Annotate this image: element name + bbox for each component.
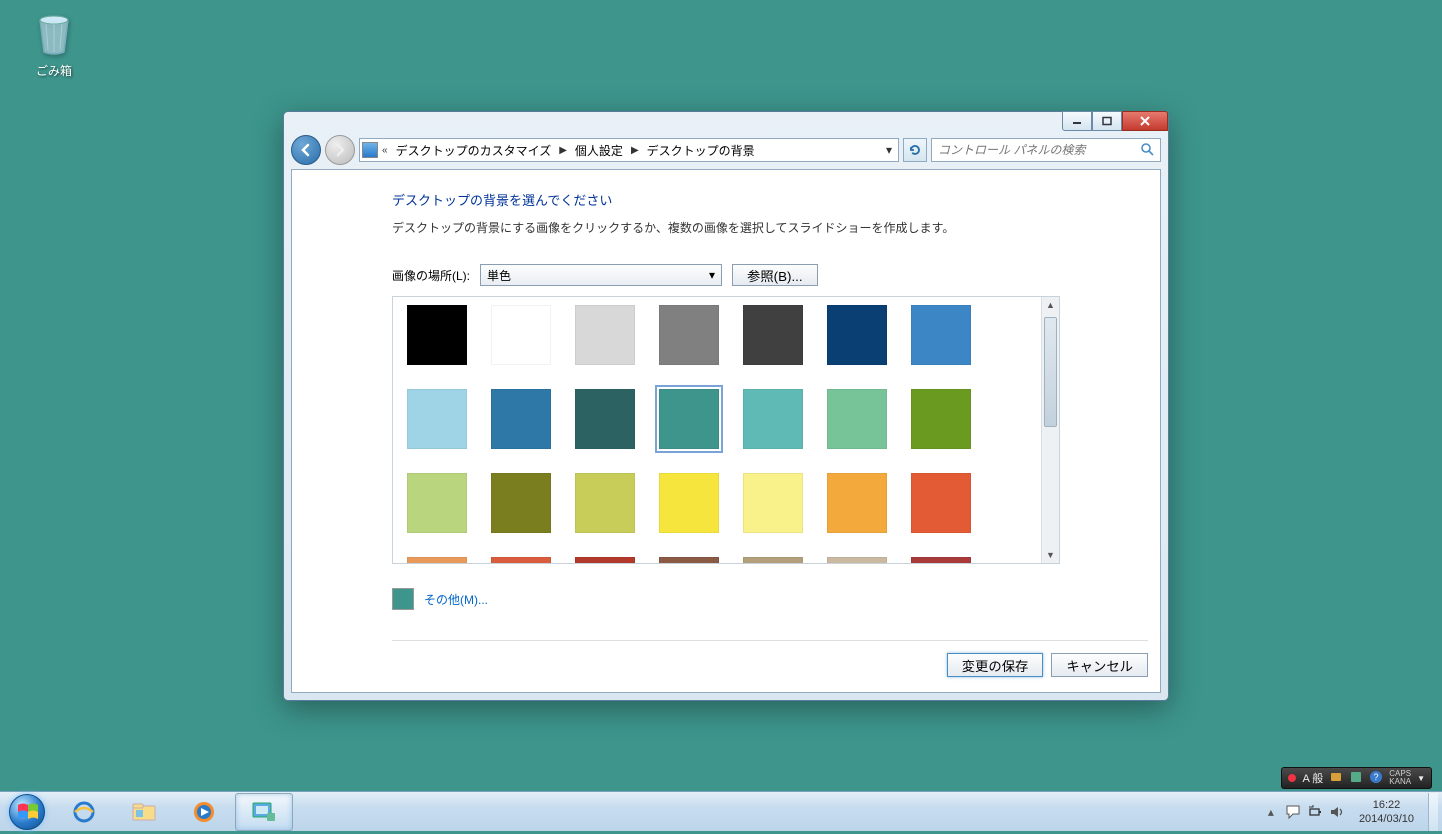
ime-kana[interactable]: KANA bbox=[1389, 778, 1411, 786]
tray-power-icon[interactable] bbox=[1307, 804, 1323, 820]
color-swatch[interactable] bbox=[491, 473, 551, 533]
ime-tool-icon[interactable] bbox=[1329, 770, 1343, 787]
search-input[interactable] bbox=[938, 143, 1140, 157]
refresh-button[interactable] bbox=[903, 138, 927, 162]
other-color-link[interactable]: その他(M)... bbox=[424, 591, 488, 608]
color-swatch[interactable] bbox=[911, 557, 971, 563]
cancel-button[interactable]: キャンセル bbox=[1051, 653, 1148, 677]
palette-scrollbar[interactable]: ▲ ▼ bbox=[1041, 297, 1059, 563]
recycle-bin-icon bbox=[30, 10, 78, 58]
show-desktop-button[interactable] bbox=[1428, 793, 1438, 831]
color-swatch[interactable] bbox=[827, 557, 887, 563]
scroll-up-icon[interactable]: ▲ bbox=[1042, 297, 1059, 313]
color-swatch[interactable] bbox=[407, 305, 467, 365]
color-swatch[interactable] bbox=[827, 389, 887, 449]
navigation-row: « デスクトップのカスタマイズ ▶ 個人設定 ▶ デスクトップの背景 ▾ bbox=[291, 135, 1161, 165]
location-row: 画像の場所(L): 単色 ▾ 参照(B)... bbox=[392, 264, 1060, 286]
start-button[interactable] bbox=[0, 792, 54, 832]
dialog-footer: 変更の保存 キャンセル bbox=[392, 640, 1148, 677]
tray-date: 2014/03/10 bbox=[1359, 812, 1414, 826]
tray-time: 16:22 bbox=[1359, 798, 1414, 812]
color-swatch[interactable] bbox=[911, 305, 971, 365]
taskbar: ▴ 16:22 2014/03/10 bbox=[0, 791, 1442, 831]
color-swatch[interactable] bbox=[491, 305, 551, 365]
minimize-button[interactable] bbox=[1062, 111, 1092, 131]
maximize-button[interactable] bbox=[1092, 111, 1122, 131]
color-swatch[interactable] bbox=[491, 389, 551, 449]
color-swatch[interactable] bbox=[491, 557, 551, 563]
control-panel-icon bbox=[362, 142, 378, 158]
color-swatch[interactable] bbox=[575, 389, 635, 449]
control-panel-window: « デスクトップのカスタマイズ ▶ 個人設定 ▶ デスクトップの背景 ▾ デスク… bbox=[283, 111, 1169, 701]
ime-toolbar[interactable]: A 般 ? CAPS KANA ▼ bbox=[1281, 767, 1432, 789]
svg-text:?: ? bbox=[1374, 772, 1379, 782]
address-bar[interactable]: « デスクトップのカスタマイズ ▶ 個人設定 ▶ デスクトップの背景 ▾ bbox=[359, 138, 899, 162]
color-swatch[interactable] bbox=[575, 473, 635, 533]
taskbar-explorer[interactable] bbox=[115, 793, 173, 831]
color-palette: ▲ ▼ bbox=[392, 296, 1060, 564]
desktop: ごみ箱 « デスクトップのカスタマイズ ▶ 個人設定 ▶ デスクトップの背景 bbox=[0, 0, 1442, 831]
color-swatch[interactable] bbox=[911, 389, 971, 449]
other-color-row: その他(M)... bbox=[392, 588, 1060, 610]
location-value: 単色 bbox=[487, 267, 511, 284]
tray-volume-icon[interactable] bbox=[1329, 804, 1345, 820]
ime-help-icon[interactable]: ? bbox=[1369, 770, 1383, 787]
breadcrumb-seg3[interactable]: デスクトップの背景 bbox=[643, 140, 759, 161]
color-swatch[interactable] bbox=[575, 557, 635, 563]
location-label: 画像の場所(L): bbox=[392, 267, 470, 284]
breadcrumb-seg2[interactable]: 個人設定 bbox=[571, 140, 627, 161]
system-tray: ▴ 16:22 2014/03/10 bbox=[1263, 793, 1442, 831]
back-button[interactable] bbox=[291, 135, 321, 165]
color-swatch[interactable] bbox=[659, 305, 719, 365]
scroll-thumb[interactable] bbox=[1044, 317, 1057, 427]
ime-dropdown-icon[interactable]: ▼ bbox=[1417, 774, 1425, 783]
color-swatch[interactable] bbox=[575, 305, 635, 365]
breadcrumb-seg1[interactable]: デスクトップのカスタマイズ bbox=[392, 140, 556, 161]
color-swatch[interactable] bbox=[659, 389, 719, 449]
color-swatch[interactable] bbox=[827, 473, 887, 533]
color-swatch[interactable] bbox=[407, 389, 467, 449]
color-swatch[interactable] bbox=[659, 473, 719, 533]
chevron-right-icon: ▶ bbox=[559, 145, 567, 156]
color-swatch[interactable] bbox=[743, 389, 803, 449]
color-swatch[interactable] bbox=[659, 557, 719, 563]
address-dropdown[interactable]: ▾ bbox=[882, 143, 896, 157]
taskbar-control-panel[interactable] bbox=[235, 793, 293, 831]
windows-orb-icon bbox=[9, 794, 45, 830]
page-description: デスクトップの背景にする画像をクリックするか、複数の画像を選択してスライドショー… bbox=[392, 219, 1060, 236]
search-box[interactable] bbox=[931, 138, 1161, 162]
color-swatch[interactable] bbox=[743, 305, 803, 365]
search-icon[interactable] bbox=[1140, 142, 1154, 159]
ime-mode[interactable]: A 般 bbox=[1302, 770, 1323, 786]
color-swatch[interactable] bbox=[911, 473, 971, 533]
page-heading: デスクトップの背景を選んでください bbox=[392, 190, 1060, 209]
color-swatch[interactable] bbox=[407, 473, 467, 533]
chevron-down-icon: ▾ bbox=[709, 268, 715, 282]
color-swatch[interactable] bbox=[827, 305, 887, 365]
tray-show-hidden-icon[interactable]: ▴ bbox=[1263, 804, 1279, 820]
color-swatch[interactable] bbox=[743, 557, 803, 563]
location-dropdown[interactable]: 単色 ▾ bbox=[480, 264, 722, 286]
color-grid bbox=[393, 297, 1041, 563]
browse-button[interactable]: 参照(B)... bbox=[732, 264, 818, 286]
chevron-right-icon: ▶ bbox=[631, 145, 639, 156]
breadcrumb-prefix: « bbox=[382, 145, 388, 156]
window-controls bbox=[1062, 111, 1168, 131]
recycle-bin-label: ごみ箱 bbox=[22, 62, 86, 79]
scroll-down-icon[interactable]: ▼ bbox=[1042, 547, 1059, 563]
tray-action-center-icon[interactable] bbox=[1285, 804, 1301, 820]
tray-clock[interactable]: 16:22 2014/03/10 bbox=[1351, 798, 1422, 826]
content-area: デスクトップの背景を選んでください デスクトップの背景にする画像をクリックするか… bbox=[291, 169, 1161, 693]
color-swatch[interactable] bbox=[407, 557, 467, 563]
recycle-bin[interactable]: ごみ箱 bbox=[22, 10, 86, 79]
taskbar-ie[interactable] bbox=[55, 793, 113, 831]
save-button[interactable]: 変更の保存 bbox=[947, 653, 1044, 677]
color-swatch[interactable] bbox=[743, 473, 803, 533]
forward-button[interactable] bbox=[325, 135, 355, 165]
taskbar-media-player[interactable] bbox=[175, 793, 233, 831]
close-button[interactable] bbox=[1122, 111, 1168, 131]
ime-record-icon bbox=[1288, 774, 1296, 782]
ime-pad-icon[interactable] bbox=[1349, 770, 1363, 787]
current-color-swatch bbox=[392, 588, 414, 610]
